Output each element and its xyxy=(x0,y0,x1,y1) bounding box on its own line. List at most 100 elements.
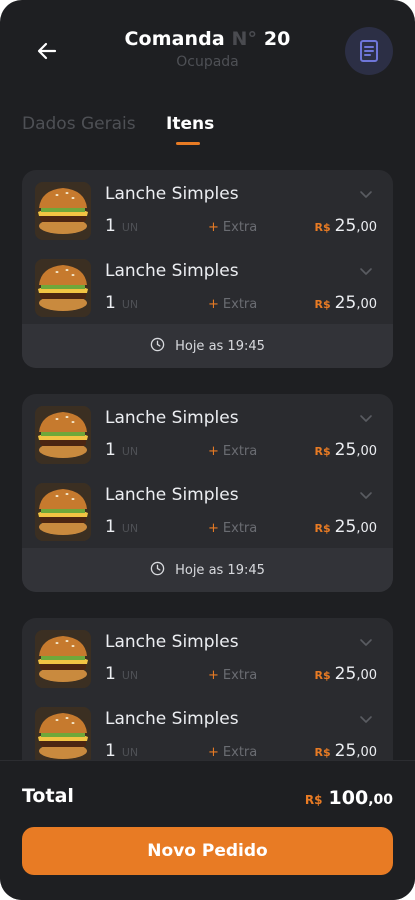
add-extra-button[interactable]: + Extra xyxy=(208,668,257,683)
item-quantity: 1 UN xyxy=(105,664,138,684)
bottom-bar: Total R$ 100,00 Novo Pedido xyxy=(0,760,415,900)
quantity-unit: UN xyxy=(121,221,139,234)
total-value: R$ 100,00 xyxy=(305,787,393,809)
quantity-unit: UN xyxy=(121,522,139,535)
order-card: Lanche Simples 1 UN + Extra R$ 25,00 Lanche… xyxy=(22,170,393,368)
quantity-unit: UN xyxy=(121,669,139,682)
extra-label: Extra xyxy=(222,444,258,459)
chevron-down-icon[interactable] xyxy=(359,634,375,650)
price-integer: 25 xyxy=(334,440,357,460)
item-name: Lanche Simples xyxy=(105,184,239,204)
add-extra-button[interactable]: + Extra xyxy=(208,521,257,536)
burger-image xyxy=(35,707,91,760)
item-name: Lanche Simples xyxy=(105,632,239,652)
new-order-button[interactable]: Novo Pedido xyxy=(22,827,393,875)
orders-list[interactable]: Lanche Simples 1 UN + Extra R$ 25,00 Lanche… xyxy=(22,170,393,760)
order-time: Hoje as 19:45 xyxy=(22,548,393,592)
number-symbol: N° xyxy=(231,28,258,50)
chevron-down-icon[interactable] xyxy=(359,410,375,426)
tab-dados-gerais[interactable]: Dados Gerais xyxy=(22,114,136,134)
burger-image xyxy=(35,630,91,688)
clock-icon xyxy=(150,337,175,356)
add-extra-button[interactable]: + Extra xyxy=(208,745,257,760)
burger-image xyxy=(35,259,91,317)
price-currency: R$ xyxy=(314,298,331,311)
plus-icon: + xyxy=(208,220,219,235)
plus-icon: + xyxy=(208,444,219,459)
item-price: R$ 25,00 xyxy=(315,664,377,684)
tab-itens[interactable]: Itens xyxy=(166,114,214,134)
price-integer: 25 xyxy=(334,293,357,313)
price-integer: 25 xyxy=(334,664,357,684)
extra-label: Extra xyxy=(222,745,258,760)
price-cents: ,00 xyxy=(356,220,377,235)
item-name: Lanche Simples xyxy=(105,408,239,428)
quantity-value: 1 xyxy=(105,293,116,313)
order-item[interactable]: Lanche Simples 1 UN + Extra R$ 25,00 xyxy=(22,471,393,548)
price-cents: ,00 xyxy=(356,745,377,760)
item-quantity: 1 UN xyxy=(105,216,138,236)
item-price: R$ 25,00 xyxy=(315,741,377,760)
order-item[interactable]: Lanche Simples 1 UN + Extra R$ 25,00 xyxy=(22,394,393,471)
plus-icon: + xyxy=(208,668,219,683)
order-time: Hoje as 19:45 xyxy=(22,324,393,368)
price-cents: ,00 xyxy=(356,668,377,683)
add-extra-button[interactable]: + Extra xyxy=(208,220,257,235)
order-item[interactable]: Lanche Simples 1 UN + Extra R$ 25,00 xyxy=(22,695,393,760)
plus-icon: + xyxy=(208,297,219,312)
chevron-down-icon[interactable] xyxy=(359,186,375,202)
chevron-down-icon[interactable] xyxy=(359,487,375,503)
receipt-button[interactable] xyxy=(345,27,393,75)
price-currency: R$ xyxy=(314,746,331,759)
title-prefix: Comanda xyxy=(124,28,225,50)
burger-image xyxy=(35,483,91,541)
quantity-unit: UN xyxy=(121,746,139,759)
extra-label: Extra xyxy=(222,297,258,312)
active-tab-indicator xyxy=(176,142,200,145)
quantity-unit: UN xyxy=(121,298,139,311)
plus-icon: + xyxy=(208,521,219,536)
quantity-value: 1 xyxy=(105,741,116,760)
chevron-down-icon[interactable] xyxy=(359,711,375,727)
price-integer: 25 xyxy=(334,216,357,236)
price-cents: ,00 xyxy=(356,297,377,312)
extra-label: Extra xyxy=(222,220,258,235)
price-currency: R$ xyxy=(314,522,331,535)
quantity-value: 1 xyxy=(105,664,116,684)
price-integer: 25 xyxy=(334,741,357,760)
order-number: 20 xyxy=(263,28,291,50)
item-quantity: 1 UN xyxy=(105,517,138,537)
price-currency: R$ xyxy=(314,445,331,458)
item-price: R$ 25,00 xyxy=(315,293,377,313)
clock-icon xyxy=(150,561,175,580)
receipt-icon xyxy=(360,40,378,62)
price-currency: R$ xyxy=(314,669,331,682)
item-name: Lanche Simples xyxy=(105,261,239,281)
item-name: Lanche Simples xyxy=(105,485,239,505)
quantity-value: 1 xyxy=(105,216,116,236)
item-quantity: 1 UN xyxy=(105,741,138,760)
order-item[interactable]: Lanche Simples 1 UN + Extra R$ 25,00 xyxy=(22,170,393,247)
add-extra-button[interactable]: + Extra xyxy=(208,444,257,459)
tab-bar: Dados Gerais Itens xyxy=(22,114,393,148)
chevron-down-icon[interactable] xyxy=(359,263,375,279)
item-price: R$ 25,00 xyxy=(315,216,377,236)
quantity-value: 1 xyxy=(105,517,116,537)
price-cents: ,00 xyxy=(356,444,377,459)
order-item[interactable]: Lanche Simples 1 UN + Extra R$ 25,00 xyxy=(22,618,393,695)
quantity-value: 1 xyxy=(105,440,116,460)
quantity-unit: UN xyxy=(121,445,139,458)
order-time-text: Hoje as 19:45 xyxy=(175,562,265,578)
total-cents: ,00 xyxy=(368,792,393,808)
price-cents: ,00 xyxy=(356,521,377,536)
order-card: Lanche Simples 1 UN + Extra R$ 25,00 Lanche… xyxy=(22,618,393,760)
price-currency: R$ xyxy=(314,221,331,234)
item-price: R$ 25,00 xyxy=(315,440,377,460)
add-extra-button[interactable]: + Extra xyxy=(208,297,257,312)
item-name: Lanche Simples xyxy=(105,709,239,729)
price-integer: 25 xyxy=(334,517,357,537)
order-item[interactable]: Lanche Simples 1 UN + Extra R$ 25,00 xyxy=(22,247,393,324)
app-screen: Comanda N° 20 Ocupada Dados Gerais Itens… xyxy=(0,0,415,900)
item-price: R$ 25,00 xyxy=(315,517,377,537)
extra-label: Extra xyxy=(222,668,258,683)
